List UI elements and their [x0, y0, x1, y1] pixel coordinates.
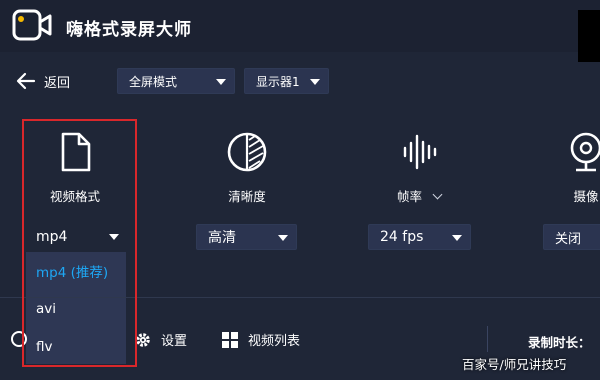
- record-ring-icon[interactable]: [11, 331, 27, 347]
- settings-label: 设置: [161, 334, 188, 349]
- chevron-down-icon: [310, 79, 320, 85]
- quality-select[interactable]: 高清: [196, 224, 297, 250]
- window-edge-block: [578, 10, 600, 62]
- video-format-value: mp4: [36, 229, 68, 245]
- camera-value: 关闭: [555, 231, 582, 247]
- video-format-label: 视频格式: [49, 189, 100, 204]
- dropdown-option-avi[interactable]: avi: [26, 290, 126, 328]
- video-list-button[interactable]: 视频列表: [221, 330, 300, 349]
- arrow-left-icon: [16, 72, 36, 90]
- grid-icon: [222, 331, 238, 348]
- chevron-down-icon: [109, 234, 119, 240]
- recording-mode-select[interactable]: 全屏模式: [117, 68, 235, 94]
- fps-label-row: 帧率: [364, 186, 474, 205]
- video-camera-logo-icon: [12, 9, 52, 41]
- recording-duration-label: 录制时长：: [528, 335, 591, 350]
- video-list-label: 视频列表: [248, 334, 301, 349]
- file-icon: [61, 132, 91, 172]
- camera-select[interactable]: 关闭: [543, 224, 600, 250]
- camera-label: 摄像: [573, 189, 599, 204]
- quality-label: 清晰度: [228, 189, 266, 204]
- fps-select[interactable]: 24 fps: [368, 224, 471, 250]
- camera-option: 摄像: [536, 128, 600, 205]
- back-button[interactable]: 返回: [16, 70, 70, 92]
- video-format-dropdown: mp4 (推荐) avi flv: [26, 252, 126, 364]
- gear-icon: [136, 332, 150, 347]
- title-bar: 嗨格式录屏大师: [0, 0, 600, 52]
- settings-button[interactable]: 设置: [134, 330, 187, 349]
- chevron-down-icon[interactable]: [432, 189, 443, 200]
- fps-value: 24 fps: [380, 229, 424, 245]
- sound-wave-icon: [403, 134, 437, 170]
- display-select[interactable]: 显示器1: [244, 68, 329, 94]
- watermark-text: 百家号/师兄讲技巧: [462, 357, 567, 372]
- back-label: 返回: [44, 75, 71, 91]
- dropdown-option-flv[interactable]: flv: [26, 328, 126, 366]
- fps-option: 帧率: [364, 128, 474, 205]
- divider: [0, 297, 600, 298]
- fps-label: 帧率: [396, 189, 422, 204]
- video-format-option: 视频格式: [20, 128, 130, 205]
- dropdown-option-mp4[interactable]: mp4 (推荐): [26, 252, 126, 290]
- chevron-down-icon: [216, 79, 226, 85]
- video-format-select[interactable]: mp4: [26, 224, 127, 250]
- contrast-icon: [227, 132, 267, 172]
- bottom-separator: [487, 326, 488, 352]
- quality-option: 清晰度: [192, 128, 302, 205]
- recording-mode-value: 全屏模式: [129, 74, 178, 89]
- app-title: 嗨格式录屏大师: [66, 20, 192, 40]
- quality-value: 高清: [208, 230, 236, 246]
- chevron-down-icon: [452, 235, 462, 241]
- chevron-down-icon: [278, 235, 288, 241]
- display-value: 显示器1: [256, 74, 300, 89]
- webcam-icon: [570, 132, 600, 172]
